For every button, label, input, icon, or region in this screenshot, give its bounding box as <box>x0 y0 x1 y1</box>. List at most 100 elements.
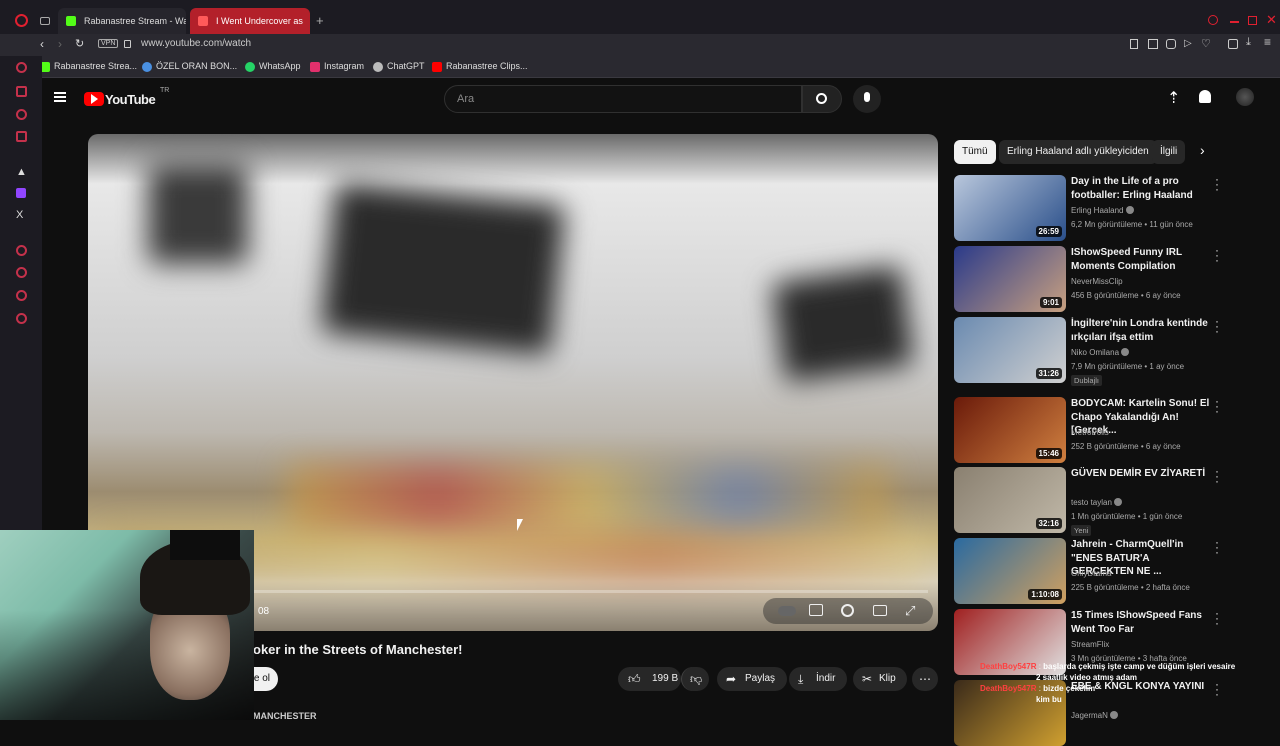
more-options-icon[interactable]: · · · <box>1214 173 1220 195</box>
duration-badge: 9:01 <box>1039 297 1062 308</box>
voice-search-button[interactable] <box>853 85 881 113</box>
twitch-icon[interactable] <box>16 188 26 198</box>
messenger-icon[interactable] <box>16 109 27 120</box>
clock-icon[interactable] <box>16 245 27 256</box>
bookmark-item[interactable]: Rabanastree Clips... <box>432 61 528 72</box>
video-thumbnail[interactable]: 32:16 <box>954 467 1066 533</box>
more-icon: ⋯ <box>919 672 931 686</box>
pin-icon[interactable] <box>16 290 27 301</box>
more-options-icon[interactable]: · · · <box>1214 395 1220 417</box>
bookmark-item[interactable]: WhatsApp <box>245 61 301 72</box>
forward-icon[interactable]: › <box>58 37 62 51</box>
channel-name[interactable]: Niko Omilana <box>1071 348 1130 357</box>
minimize-icon[interactable] <box>1230 21 1239 23</box>
tab-overview-icon[interactable] <box>40 17 50 25</box>
notifications-icon[interactable] <box>1199 90 1211 103</box>
search-button[interactable] <box>802 85 842 113</box>
back-icon[interactable]: ‹ <box>40 37 44 51</box>
history-icon[interactable] <box>16 267 27 278</box>
search-tabs-icon[interactable] <box>1208 15 1218 25</box>
channel-name[interactable]: MetroPolis <box>1071 428 1109 437</box>
tab-youtube-video[interactable]: I Went Undercover as <box>190 8 310 34</box>
thumbs-up-icon: 👍︎ <box>628 672 641 686</box>
download-button[interactable]: ⤓ İndir <box>789 667 847 691</box>
vpn-badge[interactable]: VPN <box>98 39 119 48</box>
channel-name[interactable]: NeverMissClip <box>1071 277 1123 286</box>
channel-name[interactable]: OnlyDrama <box>1071 569 1111 578</box>
video-title[interactable]: İngiltere'nin Londra kentinde ırkçıları … <box>1071 317 1211 344</box>
url-field[interactable]: www.youtube.com/watch <box>141 38 251 49</box>
bookmark-item[interactable]: ÖZEL ORAN BON... <box>142 61 237 72</box>
tab-rabanastree-stream[interactable]: Rabanastree Stream - Wa <box>58 8 186 34</box>
download-icon[interactable]: ⤓ <box>1246 36 1251 49</box>
share-icon: ➦ <box>726 672 737 686</box>
heart-icon[interactable]: ♡ <box>1201 37 1211 50</box>
more-options-icon[interactable]: · · · <box>1214 607 1220 629</box>
reload-icon[interactable]: ↻ <box>75 37 84 50</box>
adblock-icon[interactable] <box>1166 39 1176 49</box>
chip-related[interactable]: İlgili <box>1152 140 1186 164</box>
chip-from-uploader[interactable]: Erling Haaland adlı yükleyiciden <box>999 140 1157 164</box>
close-window-icon[interactable]: ✕ <box>1266 12 1277 28</box>
channel-name[interactable]: StreamFlix <box>1071 640 1109 649</box>
mail-icon[interactable] <box>16 131 27 142</box>
share-button[interactable]: ➦ Paylaş <box>717 667 787 691</box>
player-icon[interactable]: ▷ <box>1184 38 1192 49</box>
video-thumbnail[interactable]: 26:59 <box>954 175 1066 241</box>
recommendation-item[interactable]: 9:01 IShowSpeed Funny IRL Moments Compila… <box>954 244 1254 312</box>
channel-name[interactable]: Erling Haaland <box>1071 206 1134 215</box>
recommendation-item[interactable]: 1:10:08 Jahrein - CharmQuell'in "ENES BAT… <box>954 536 1254 604</box>
video-meta: 456 B görüntüleme • 6 ay önce <box>1071 291 1181 300</box>
video-thumbnail[interactable]: 15:46 <box>954 397 1066 463</box>
bookmark-item[interactable]: ChatGPT <box>373 61 425 72</box>
opera-logo-icon[interactable] <box>15 14 28 27</box>
video-title[interactable]: Day in the Life of a pro footballer: Erl… <box>1071 175 1211 202</box>
subtitles-icon[interactable] <box>809 604 823 616</box>
easy-setup-icon[interactable]: ≡ <box>1264 35 1271 49</box>
recommendation-item[interactable]: 31:26 İngiltere'nin Londra kentinde ırkçı… <box>954 315 1254 386</box>
theater-mode-icon[interactable] <box>873 605 887 616</box>
bookmark-icon[interactable] <box>1130 39 1138 49</box>
more-options-icon[interactable]: · · · <box>1214 315 1220 337</box>
duration-badge: 15:46 <box>1035 448 1062 459</box>
autoplay-toggle[interactable] <box>778 606 796 616</box>
recommendation-item[interactable]: 32:16 GÜVEN DEMİR EV ZİYARETİ testo taylan… <box>954 465 1254 536</box>
video-title[interactable]: IShowSpeed Funny IRL Moments Compilation <box>1071 246 1211 273</box>
dislike-button[interactable]: 👎︎ <box>681 667 709 691</box>
chat-message: 2 saatlik video atmış adam <box>1036 673 1137 682</box>
clip-button[interactable]: ✂ Klip <box>853 667 907 691</box>
settings-icon[interactable] <box>16 313 27 324</box>
more-options-icon[interactable]: · · · <box>1214 465 1220 487</box>
more-options-icon[interactable]: · · · <box>1214 244 1220 266</box>
video-thumbnail[interactable]: 1:10:08 <box>954 538 1066 604</box>
new-tab-button[interactable]: + <box>316 13 324 28</box>
video-title[interactable]: GÜVEN DEMİR EV ZİYARETİ <box>1071 467 1211 481</box>
settings-gear-icon[interactable] <box>841 604 854 617</box>
snapshot-icon[interactable] <box>1148 39 1158 49</box>
more-options-icon[interactable]: · · · <box>1214 536 1220 558</box>
chevron-right-icon[interactable]: › <box>1200 142 1205 158</box>
aria-icon[interactable] <box>16 62 27 73</box>
video-title[interactable]: 15 Times IShowSpeed Fans Went Too Far <box>1071 609 1211 636</box>
upload-icon[interactable]: ⇡ <box>1167 88 1180 108</box>
menu-icon[interactable] <box>54 92 66 102</box>
recommendation-item[interactable]: 26:59 Day in the Life of a pro footballer… <box>954 173 1254 241</box>
more-actions-button[interactable]: ⋯ <box>912 667 938 691</box>
fullscreen-icon[interactable]: ⤢ <box>905 603 915 619</box>
avatar[interactable] <box>1236 88 1254 106</box>
video-thumbnail[interactable]: 31:26 <box>954 317 1066 383</box>
download-arrow-icon: ⤓ <box>798 672 804 686</box>
bookmark-item[interactable]: Instagram <box>310 61 364 72</box>
wallet-icon[interactable] <box>1228 39 1238 49</box>
extension-icon[interactable] <box>16 86 27 97</box>
chip-all[interactable]: Tümü <box>954 140 996 164</box>
x-icon[interactable]: X <box>16 209 23 221</box>
video-thumbnail[interactable]: 9:01 <box>954 246 1066 312</box>
chatgpt-sidebar-icon[interactable]: ▲ <box>16 166 27 178</box>
bookmark-item[interactable]: Rabanastree Strea... <box>40 61 137 72</box>
search-input[interactable]: Ara <box>444 85 802 113</box>
like-button[interactable]: 👍︎ 199 B <box>618 667 681 691</box>
recommendation-item[interactable]: 15:46 BODYCAM: Kartelin Sonu! El Chapo Ya… <box>954 395 1254 463</box>
maximize-icon[interactable] <box>1248 16 1257 25</box>
channel-name[interactable]: testo taylan <box>1071 498 1123 507</box>
